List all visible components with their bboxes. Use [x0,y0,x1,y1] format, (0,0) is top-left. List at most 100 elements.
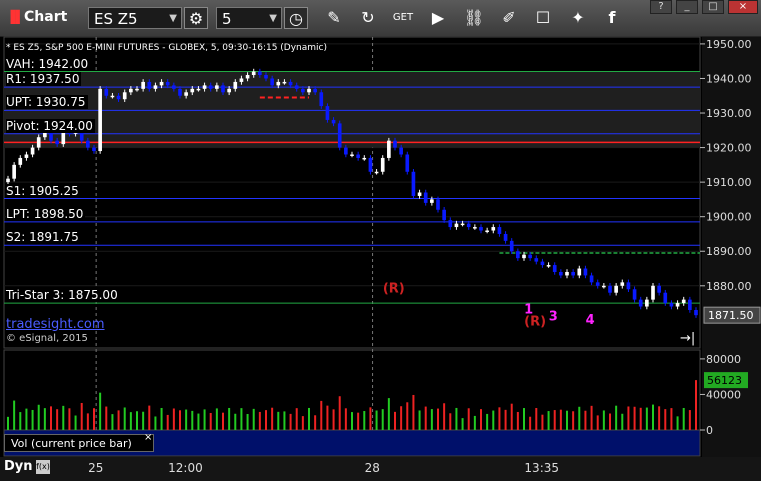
volume-bar [504,409,507,430]
price-tick-label: 1920.00 [706,142,752,155]
volume-bar [443,403,446,430]
candle-body [294,85,299,89]
close-icon[interactable]: × [144,432,152,443]
volume-bar [197,413,200,430]
candle-body [540,261,545,266]
candle-body [12,164,16,179]
candle-body [110,95,115,98]
volume-bar [455,407,458,430]
candle-body [55,140,59,145]
candle-body [485,230,489,233]
candle-body [491,227,496,231]
candle-body [380,157,385,172]
volume-bar [332,409,335,430]
candle-body [454,223,459,228]
volume-bar [529,416,532,430]
candle-body [411,171,416,196]
candle-body [393,140,397,148]
volume-bar [412,394,415,430]
volume-bar [13,400,16,430]
volume-bar [369,407,372,430]
candle-body [215,85,219,89]
volume-bar [117,410,120,430]
candle-body [497,227,502,234]
price-tick-label: 1940.00 [706,72,752,85]
candle-body [227,88,231,93]
volume-bar [658,406,661,430]
volume-bar [682,407,685,430]
candle-body [503,233,508,241]
volume-bar [664,409,667,430]
volume-bar [136,411,138,430]
candle-body [595,282,600,286]
price-chart[interactable]: 1950.00 1940.00 1930.00 1920.00 1910.00 1900.… [0,0,761,481]
volume-bar [602,410,605,430]
volume-bar [203,409,206,430]
volume-bar [473,415,476,430]
volume-bar [228,407,231,430]
volume-bar [584,410,587,430]
x-tick-label: 28 [364,461,380,475]
level-label: VAH: 1942.00 [6,56,91,71]
volume-bar [142,411,145,430]
volume-bar [676,416,679,430]
candle-body [436,199,440,210]
candle-body [264,75,268,79]
volume-bar [209,412,212,430]
candle-body [98,88,102,152]
chart-annotation: 3 [549,309,558,324]
brand-link[interactable]: tradesight.com [6,317,105,332]
volume-bar [375,410,378,430]
volume-bar [590,405,593,430]
volume-bar [670,408,673,430]
candle-body [657,285,661,293]
candle-body [620,282,625,286]
candle-body [423,192,428,203]
volume-bar [326,405,329,430]
level-label: S1: 1905.25 [6,183,81,198]
dynamic-label[interactable]: Dyn [4,459,33,474]
volume-bar [129,412,132,430]
candle-body [669,303,674,307]
candle-body [614,285,618,293]
volume-bar [301,416,304,430]
candle-body [337,123,342,148]
volume-bar [185,409,188,430]
volume-bar [688,410,691,430]
function-icon[interactable]: f(x) [36,460,50,474]
volume-bar [516,411,519,430]
candle-body [583,268,588,276]
candle-body [552,265,557,272]
volume-bar [172,408,175,430]
candle-body [135,88,139,91]
volume-bar [179,410,181,430]
volume-bar [74,415,77,430]
volume-bar [566,410,568,430]
volume-bar [160,407,163,430]
volume-bar [277,411,280,430]
candle-body [675,303,680,307]
price-tick-label: 1950.00 [706,38,752,51]
volume-bar [510,403,513,430]
volume-bar [627,406,630,430]
volume-bar [234,413,237,430]
candle-body [546,265,551,267]
volume-bar [56,409,59,430]
volume-bar [62,405,65,430]
level-label: UPT: 1930.75 [6,95,88,110]
level-label: R1: 1937.50 [6,72,82,87]
volume-bar [308,407,310,430]
volume-bar [80,402,83,430]
candle-body [417,192,422,196]
level-label: Pivot: 1924.00 [6,118,95,133]
candle-body [270,78,274,86]
volume-bar [166,414,169,430]
candle-body [147,81,152,89]
price-tick-label: 1930.00 [706,107,752,120]
candle-body [307,88,311,93]
candle-body [288,81,293,86]
volume-study-label[interactable]: Vol (current price bar) [4,434,154,452]
volume-bar [578,406,581,430]
candle-body [282,81,287,84]
candle-body [325,106,330,120]
